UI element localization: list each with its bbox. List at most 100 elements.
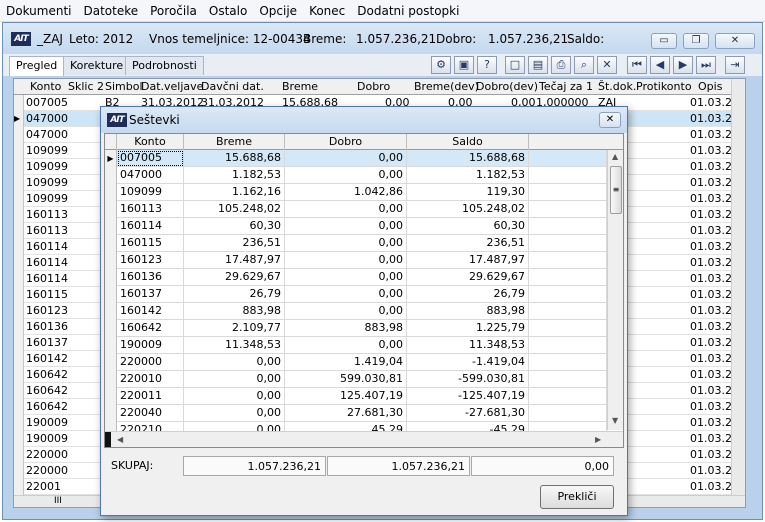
row-indicator: [14, 303, 24, 319]
col-saldo[interactable]: Saldo: [407, 134, 529, 150]
dialog-logo: AIT: [107, 113, 127, 127]
save-icon[interactable]: ▣: [454, 56, 474, 74]
help-icon[interactable]: ?: [477, 56, 497, 74]
table-row[interactable]: 047000 1.182,53 0,00 1.182,53: [105, 167, 623, 184]
table-row[interactable]: 160142 883,98 0,00 883,98: [105, 303, 623, 320]
cell-konto: 160642: [26, 384, 68, 397]
row-indicator: ▶: [105, 150, 117, 167]
table-row[interactable]: 160123 17.487,97 0,00 17.487,97: [105, 252, 623, 269]
background-vertical-scrollbar[interactable]: [731, 79, 745, 507]
col-opis[interactable]: Opis: [698, 80, 722, 93]
close-button[interactable]: ✕: [715, 33, 755, 49]
table-row[interactable]: 160136 29.629,67 0,00 29.629,67: [105, 269, 623, 286]
first-icon[interactable]: ⏮: [627, 56, 647, 74]
cell-konto: 160136: [26, 320, 68, 333]
table-row[interactable]: 160137 26,79 0,00 26,79: [105, 286, 623, 303]
table-row[interactable]: 220040 0,00 27.681,30 -27.681,30: [105, 405, 623, 422]
cell-konto: 109099: [26, 192, 68, 205]
col-davcni-dat[interactable]: Davčni dat.: [201, 80, 264, 93]
cell-saldo: 105.248,02: [407, 201, 529, 218]
cell-breme: 0,00: [184, 354, 285, 371]
next-icon[interactable]: ▶: [673, 56, 693, 74]
tab-podrobnosti[interactable]: Podrobnosti: [125, 56, 204, 75]
dialog-close-button[interactable]: ✕: [599, 112, 621, 128]
cell-dobro: 125.407,19: [285, 388, 407, 405]
menu-item[interactable]: Opcije: [259, 4, 297, 18]
col-breme[interactable]: Breme: [282, 80, 318, 93]
scroll-left-icon[interactable]: ◀: [117, 435, 123, 444]
new-doc-icon[interactable]: □: [505, 56, 525, 74]
exit-icon[interactable]: ⇥: [725, 56, 745, 74]
col-dobro-dev[interactable]: Dobro(dev): [476, 80, 538, 93]
cell-dobro: 0,00: [285, 201, 407, 218]
maximize-button[interactable]: ❐: [683, 33, 709, 49]
cell-saldo: -125.407,19: [407, 388, 529, 405]
cell-empty: [529, 235, 607, 252]
last-icon[interactable]: ⏭: [696, 56, 716, 74]
print-icon[interactable]: ⎙: [551, 56, 571, 74]
row-indicator: [14, 367, 24, 383]
col-dobro[interactable]: Dobro: [285, 134, 407, 150]
cell-saldo: 29.629,67: [407, 269, 529, 286]
menu-item[interactable]: Ostalo: [209, 4, 247, 18]
col-simbol[interactable]: Simbol: [105, 80, 143, 93]
window-titlebar: AIT _ZAJ Leto: 2012 Vnos temeljnice: 12-…: [3, 23, 762, 54]
col-konto[interactable]: Konto: [117, 134, 184, 150]
col-breme[interactable]: Breme: [184, 134, 285, 150]
menu-item[interactable]: Dodatni postopki: [357, 4, 459, 18]
vertical-scrollbar[interactable]: ▲ ≡ ▼: [607, 150, 623, 430]
prev-icon[interactable]: ◀: [650, 56, 670, 74]
menu-item[interactable]: Poročila: [150, 4, 197, 18]
col-konto[interactable]: Konto: [30, 80, 61, 93]
cell-konto: 190009: [26, 432, 68, 445]
col-protikonto[interactable]: Protikonto: [636, 80, 692, 93]
table-row[interactable]: 220000 0,00 1.419,04 -1.419,04: [105, 354, 623, 371]
menu-item[interactable]: Dokumenti: [6, 4, 71, 18]
table-row[interactable]: 220011 0,00 125.407,19 -125.407,19: [105, 388, 623, 405]
scroll-thumb-grip: III: [54, 496, 62, 506]
tab-korekture[interactable]: Korekture: [63, 56, 131, 75]
col-breme-dev[interactable]: Breme(dev): [414, 80, 479, 93]
scroll-thumb[interactable]: ≡: [610, 166, 622, 214]
col-dobro[interactable]: Dobro: [357, 80, 390, 93]
scroll-down-icon[interactable]: ▼: [612, 416, 618, 425]
row-indicator: [14, 175, 24, 191]
tab-pregled[interactable]: Pregled: [9, 56, 65, 76]
horizontal-scrollbar[interactable]: ◀ ▶: [105, 431, 623, 447]
table-row[interactable]: 160115 236,51 0,00 236,51: [105, 235, 623, 252]
cell-konto: 160115: [26, 288, 68, 301]
config-icon[interactable]: ⚙: [431, 56, 451, 74]
row-indicator: [105, 354, 117, 371]
open-folder-icon[interactable]: ▤: [528, 56, 548, 74]
col-stdok[interactable]: Št.dok.: [598, 80, 636, 93]
table-row[interactable]: 109099 1.162,16 1.042,86 119,30: [105, 184, 623, 201]
cell-empty: [529, 167, 607, 184]
col-tecaj[interactable]: Tečaj za 1: [539, 80, 593, 93]
col-dat-veljave[interactable]: Dat.veljave: [141, 80, 203, 93]
minimize-button[interactable]: ▭: [651, 33, 677, 49]
cell-konto: 109099: [117, 184, 184, 201]
cell-saldo: 60,30: [407, 218, 529, 235]
credit-label: Dobro:: [436, 32, 477, 46]
search-icon[interactable]: ⌕: [574, 56, 594, 74]
cell-breme: 883,98: [184, 303, 285, 320]
scroll-up-icon[interactable]: ▲: [612, 152, 618, 161]
table-row[interactable]: 160642 2.109,77 883,98 1.225,79: [105, 320, 623, 337]
cancel-button[interactable]: Prekliči: [540, 485, 614, 509]
cell-konto: 160142: [26, 352, 68, 365]
table-row[interactable]: ▶ 007005 15.688,68 0,00 15.688,68: [105, 150, 623, 167]
menu-item[interactable]: Datoteke: [83, 4, 138, 18]
table-row[interactable]: 160113 105.248,02 0,00 105.248,02: [105, 201, 623, 218]
table-row[interactable]: 160114 60,30 0,00 60,30: [105, 218, 623, 235]
delete-icon[interactable]: ✕: [597, 56, 617, 74]
cell-konto: 160114: [26, 240, 68, 253]
debit-label: Breme:: [303, 32, 347, 46]
table-row[interactable]: 220010 0,00 599.030,81 -599.030,81: [105, 371, 623, 388]
row-indicator: [14, 415, 24, 431]
scroll-right-icon[interactable]: ▶: [595, 435, 601, 444]
row-indicator: [14, 159, 24, 175]
col-sklic2[interactable]: Sklic 2: [68, 80, 104, 93]
cell-saldo: 1.225,79: [407, 320, 529, 337]
table-row[interactable]: 190009 11.348,53 0,00 11.348,53: [105, 337, 623, 354]
menu-item[interactable]: Konec: [309, 4, 345, 18]
